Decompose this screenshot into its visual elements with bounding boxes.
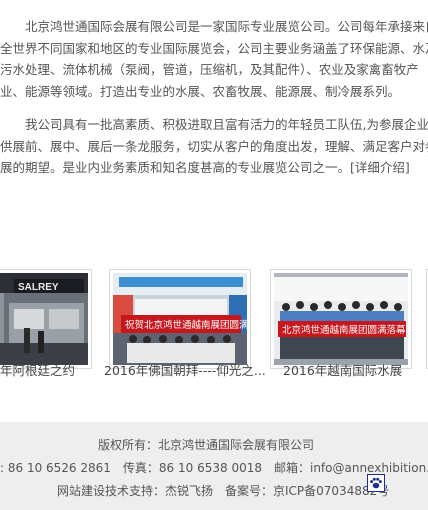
intro-line-text: 展的期望。是业内业务素质和知名度甚高的专业展览公司之一。 [0,160,351,175]
intro-line: 业、能源等领域。打造出专业的水展、农畜牧展、能源展、制冷展系列。 [0,83,401,99]
photo-gallery: SALREY 祝贺北京鸿世通越南展团圆满落幕 [0,255,428,407]
gallery-card-3[interactable]: 北京鸿世通越南展团圆满落幕 [270,269,412,369]
intro-line: 供展前、展中、展后一条龙服务，切实从客户的角度出发，理解、满足客户对参 [0,138,428,154]
footer-tech-support: 网站建设技术支持：杰锐飞扬 备案号：京ICP备07034882号 [57,484,390,498]
company-intro: 北京鸿世通国际会展有限公司是一家国际专业展览公司。公司每年承接来自 全世界不同国… [0,16,428,179]
team-photo-image: 北京鸿世通越南展团圆满落幕 [274,273,408,365]
paw-icon[interactable] [367,474,385,492]
intro-line: 北京鸿世通国际会展有限公司是一家国际专业展览公司。公司每年承接来自 [0,19,428,34]
gallery-card-2[interactable]: 祝贺北京鸿世通越南展团圆满落幕 [109,269,251,369]
intro-line: 我公司具有一批高素质、积极进取且富有活力的年轻员工队伍,为参展企业提 [0,117,428,132]
intro-line: 污水处理、流体机械（泵阀，管道，压缩机，及其配件）、农业及家禽畜牧产 [0,62,419,77]
intro-paragraph-1: 北京鸿世通国际会展有限公司是一家国际专业展览公司。公司每年承接来自 全世界不同国… [0,16,428,102]
site-footer: 版权所有：北京鸿世通国际会展有限公司 : 86 10 6526 2861 传真：… [0,422,428,510]
gallery-caption-3[interactable]: 2016年越南国际水展 [283,360,402,379]
gallery-card-1[interactable]: SALREY [0,269,92,369]
intro-line: 全世界不同国家和地区的专业国际展览会，公司主要业务涵盖了环保能源、水及 [0,40,428,56]
banner-text: 祝贺北京鸿世通越南展团圆满落幕 [125,319,247,331]
footer-contact: : 86 10 6526 2861 传真：86 10 6538 0018 邮箱：… [0,461,428,475]
exhibition-hall-image: SALREY [0,273,88,365]
intro-line-last: 展的期望。是业内业务素质和知名度甚高的专业展览公司之一。[详细介绍] [0,157,428,179]
gallery-caption-1[interactable]: 年阿根廷之约 [0,360,75,379]
paw-print-icon [370,477,382,489]
intro-paragraph-2: 我公司具有一批高素质、积极进取且富有活力的年轻员工队伍,为参展企业提 供展前、展… [0,114,428,179]
exhibition-photo-1: SALREY [0,273,88,365]
footer-copyright: 版权所有：北京鸿世通国际会展有限公司 [98,438,315,452]
banner-text: 北京鸿世通越南展团圆满落幕 [282,324,406,336]
more-details-link[interactable]: [详细介绍] [350,160,410,175]
exhibition-photo-2: 祝贺北京鸿世通越南展团圆满落幕 [113,273,247,365]
exhibition-photo-3: 北京鸿世通越南展团圆满落幕 [274,273,408,365]
booth-sign-text: SALREY [18,282,59,293]
gallery-caption-2[interactable]: 2016年佛国朝拜----仰光之... [104,360,266,379]
booth-group-image: 祝贺北京鸿世通越南展团圆满落幕 [113,273,247,365]
